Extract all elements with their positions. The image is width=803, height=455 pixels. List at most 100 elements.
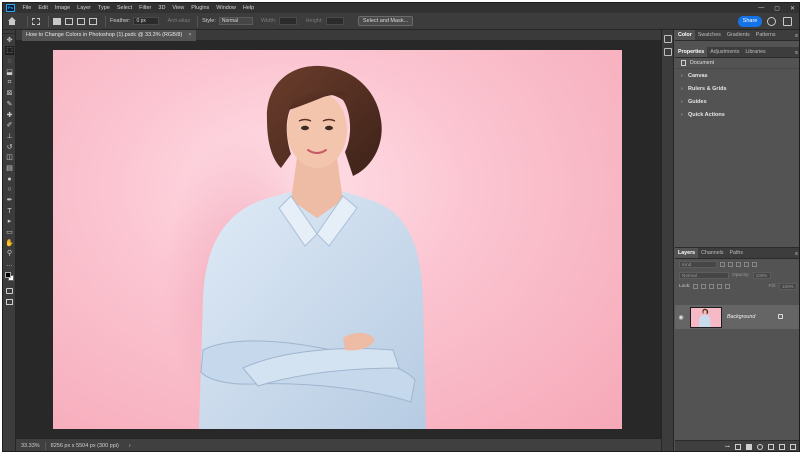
lock-all-icon[interactable] <box>725 284 731 289</box>
close-tab-icon[interactable]: × <box>188 32 191 38</box>
canvas-area[interactable] <box>16 41 661 438</box>
new-group-icon[interactable] <box>768 444 774 450</box>
filter-shape-icon[interactable] <box>744 262 749 267</box>
menu-type[interactable]: Type <box>94 3 113 13</box>
screen-mode-icon[interactable] <box>5 297 14 306</box>
section-canvas[interactable]: › Canvas <box>675 69 799 82</box>
blur-tool-icon[interactable]: ● <box>5 175 14 184</box>
zoom-tool-icon[interactable]: ⚲ <box>5 249 14 258</box>
lasso-tool-icon[interactable]: ◌ <box>5 57 14 66</box>
panel-menu-icon[interactable]: ≡ <box>795 251 798 257</box>
marquee-preset-icon[interactable] <box>32 17 40 25</box>
menu-select[interactable]: Select <box>113 3 135 13</box>
quick-mask-icon[interactable] <box>5 287 14 296</box>
section-guides[interactable]: › Guides <box>675 95 799 108</box>
clone-stamp-tool-icon[interactable]: ⊥ <box>5 132 14 141</box>
status-menu-arrow[interactable]: › <box>124 443 136 449</box>
menu-layer[interactable]: Layer <box>74 3 95 13</box>
tab-layers[interactable]: Layers <box>675 248 699 258</box>
document-tab[interactable]: How to Change Colors in Photoshop (1).ps… <box>22 30 196 41</box>
object-selection-tool-icon[interactable]: ⬓ <box>5 68 14 77</box>
menu-window[interactable]: Window <box>213 3 240 13</box>
height-input[interactable] <box>325 17 344 25</box>
menu-view[interactable]: View <box>169 3 188 13</box>
menu-image[interactable]: Image <box>51 3 73 13</box>
link-layers-icon[interactable]: ⊶ <box>725 444 730 450</box>
frame-tool-icon[interactable]: ⊠ <box>5 89 14 98</box>
tab-adjustments[interactable]: Adjustments <box>707 47 742 57</box>
menu-edit[interactable]: Edit <box>35 3 51 13</box>
menu-plugins[interactable]: Plugins <box>188 3 213 13</box>
lock-transparent-icon[interactable] <box>693 284 699 289</box>
tab-libraries[interactable]: Libraries <box>742 47 768 57</box>
more-tools-icon[interactable]: … <box>5 260 14 269</box>
tab-color[interactable]: Color <box>675 30 695 40</box>
tab-swatches[interactable]: Swatches <box>695 30 724 40</box>
panel-menu-icon[interactable]: ≡ <box>795 50 798 56</box>
intersect-selection-icon[interactable] <box>89 17 97 25</box>
path-selection-tool-icon[interactable]: ▸ <box>5 217 14 226</box>
move-tool-icon[interactable]: ✥ <box>5 36 14 45</box>
workspace-icon[interactable] <box>783 17 792 26</box>
section-quick-actions[interactable]: › Quick Actions <box>675 108 799 121</box>
document-canvas[interactable] <box>53 50 622 429</box>
style-select[interactable]: Normal <box>218 17 253 25</box>
history-brush-tool-icon[interactable]: ↺ <box>5 143 14 152</box>
anti-alias-checkbox[interactable]: Anti-alias <box>167 18 190 24</box>
tab-properties[interactable]: Properties <box>675 47 708 57</box>
menu-filter[interactable]: Filter <box>136 3 155 13</box>
layer-style-icon[interactable] <box>735 444 741 450</box>
type-tool-icon[interactable]: T <box>5 207 14 216</box>
marquee-tool-icon[interactable]: ⬚ <box>5 46 14 56</box>
zoom-level[interactable]: 33.33% <box>16 443 45 449</box>
menu-file[interactable]: File <box>19 3 35 13</box>
adjustment-layer-icon[interactable] <box>757 444 763 450</box>
tab-gradients[interactable]: Gradients <box>724 30 753 40</box>
fill-input[interactable]: 100% <box>779 283 797 290</box>
shape-tool-icon[interactable]: ▭ <box>5 228 14 237</box>
blend-mode-select[interactable]: Normal <box>679 272 729 279</box>
paragraph-panel-icon[interactable] <box>663 48 672 56</box>
share-button[interactable]: Share <box>738 16 762 27</box>
panel-menu-icon[interactable]: ≡ <box>795 33 798 39</box>
eraser-tool-icon[interactable]: ◫ <box>5 153 14 162</box>
filter-adjustment-icon[interactable] <box>728 262 733 267</box>
select-and-mask-button[interactable]: Select and Mask... <box>357 16 414 26</box>
healing-brush-tool-icon[interactable]: ✚ <box>5 111 14 120</box>
layer-kind-filter[interactable]: Kind <box>679 261 717 268</box>
feather-input[interactable]: 0 px <box>133 17 160 25</box>
home-icon[interactable] <box>7 16 17 26</box>
new-selection-icon[interactable] <box>53 17 61 25</box>
subtract-selection-icon[interactable] <box>77 17 85 25</box>
maximize-button[interactable]: ▢ <box>774 5 780 12</box>
lock-icon[interactable] <box>778 314 783 319</box>
eyedropper-tool-icon[interactable]: ✎ <box>5 100 14 109</box>
add-mask-icon[interactable] <box>746 444 752 450</box>
new-layer-icon[interactable] <box>779 444 785 450</box>
search-icon[interactable] <box>767 17 776 26</box>
crop-tool-icon[interactable]: ⌗ <box>5 78 14 87</box>
add-selection-icon[interactable] <box>65 17 73 25</box>
filter-type-icon[interactable] <box>736 262 741 267</box>
tools-grip[interactable] <box>3 30 15 34</box>
opacity-input[interactable]: 100% <box>752 272 771 279</box>
section-rulers-grids[interactable]: › Rulers & Grids <box>675 82 799 95</box>
layer-name[interactable]: Background <box>727 314 755 320</box>
trash-icon[interactable] <box>790 444 796 450</box>
tab-paths[interactable]: Paths <box>726 248 746 258</box>
lock-artboard-icon[interactable] <box>717 284 723 289</box>
lock-image-icon[interactable] <box>701 284 707 289</box>
foreground-color-swatch[interactable] <box>5 271 11 278</box>
pen-tool-icon[interactable]: ✒ <box>5 196 14 205</box>
history-panel-icon[interactable] <box>663 35 672 43</box>
menu-help[interactable]: Help <box>239 3 257 13</box>
filter-pixel-icon[interactable] <box>720 262 725 267</box>
dodge-tool-icon[interactable]: ○ <box>5 185 14 194</box>
layer-row-background[interactable]: ◉ Background <box>675 305 799 329</box>
minimize-button[interactable]: — <box>758 5 764 12</box>
menu-3d[interactable]: 3D <box>155 3 169 13</box>
brush-tool-icon[interactable]: ✐ <box>5 121 14 130</box>
close-window-button[interactable]: ✕ <box>790 5 795 12</box>
filter-smart-object-icon[interactable] <box>752 262 757 267</box>
lock-position-icon[interactable] <box>709 284 715 289</box>
